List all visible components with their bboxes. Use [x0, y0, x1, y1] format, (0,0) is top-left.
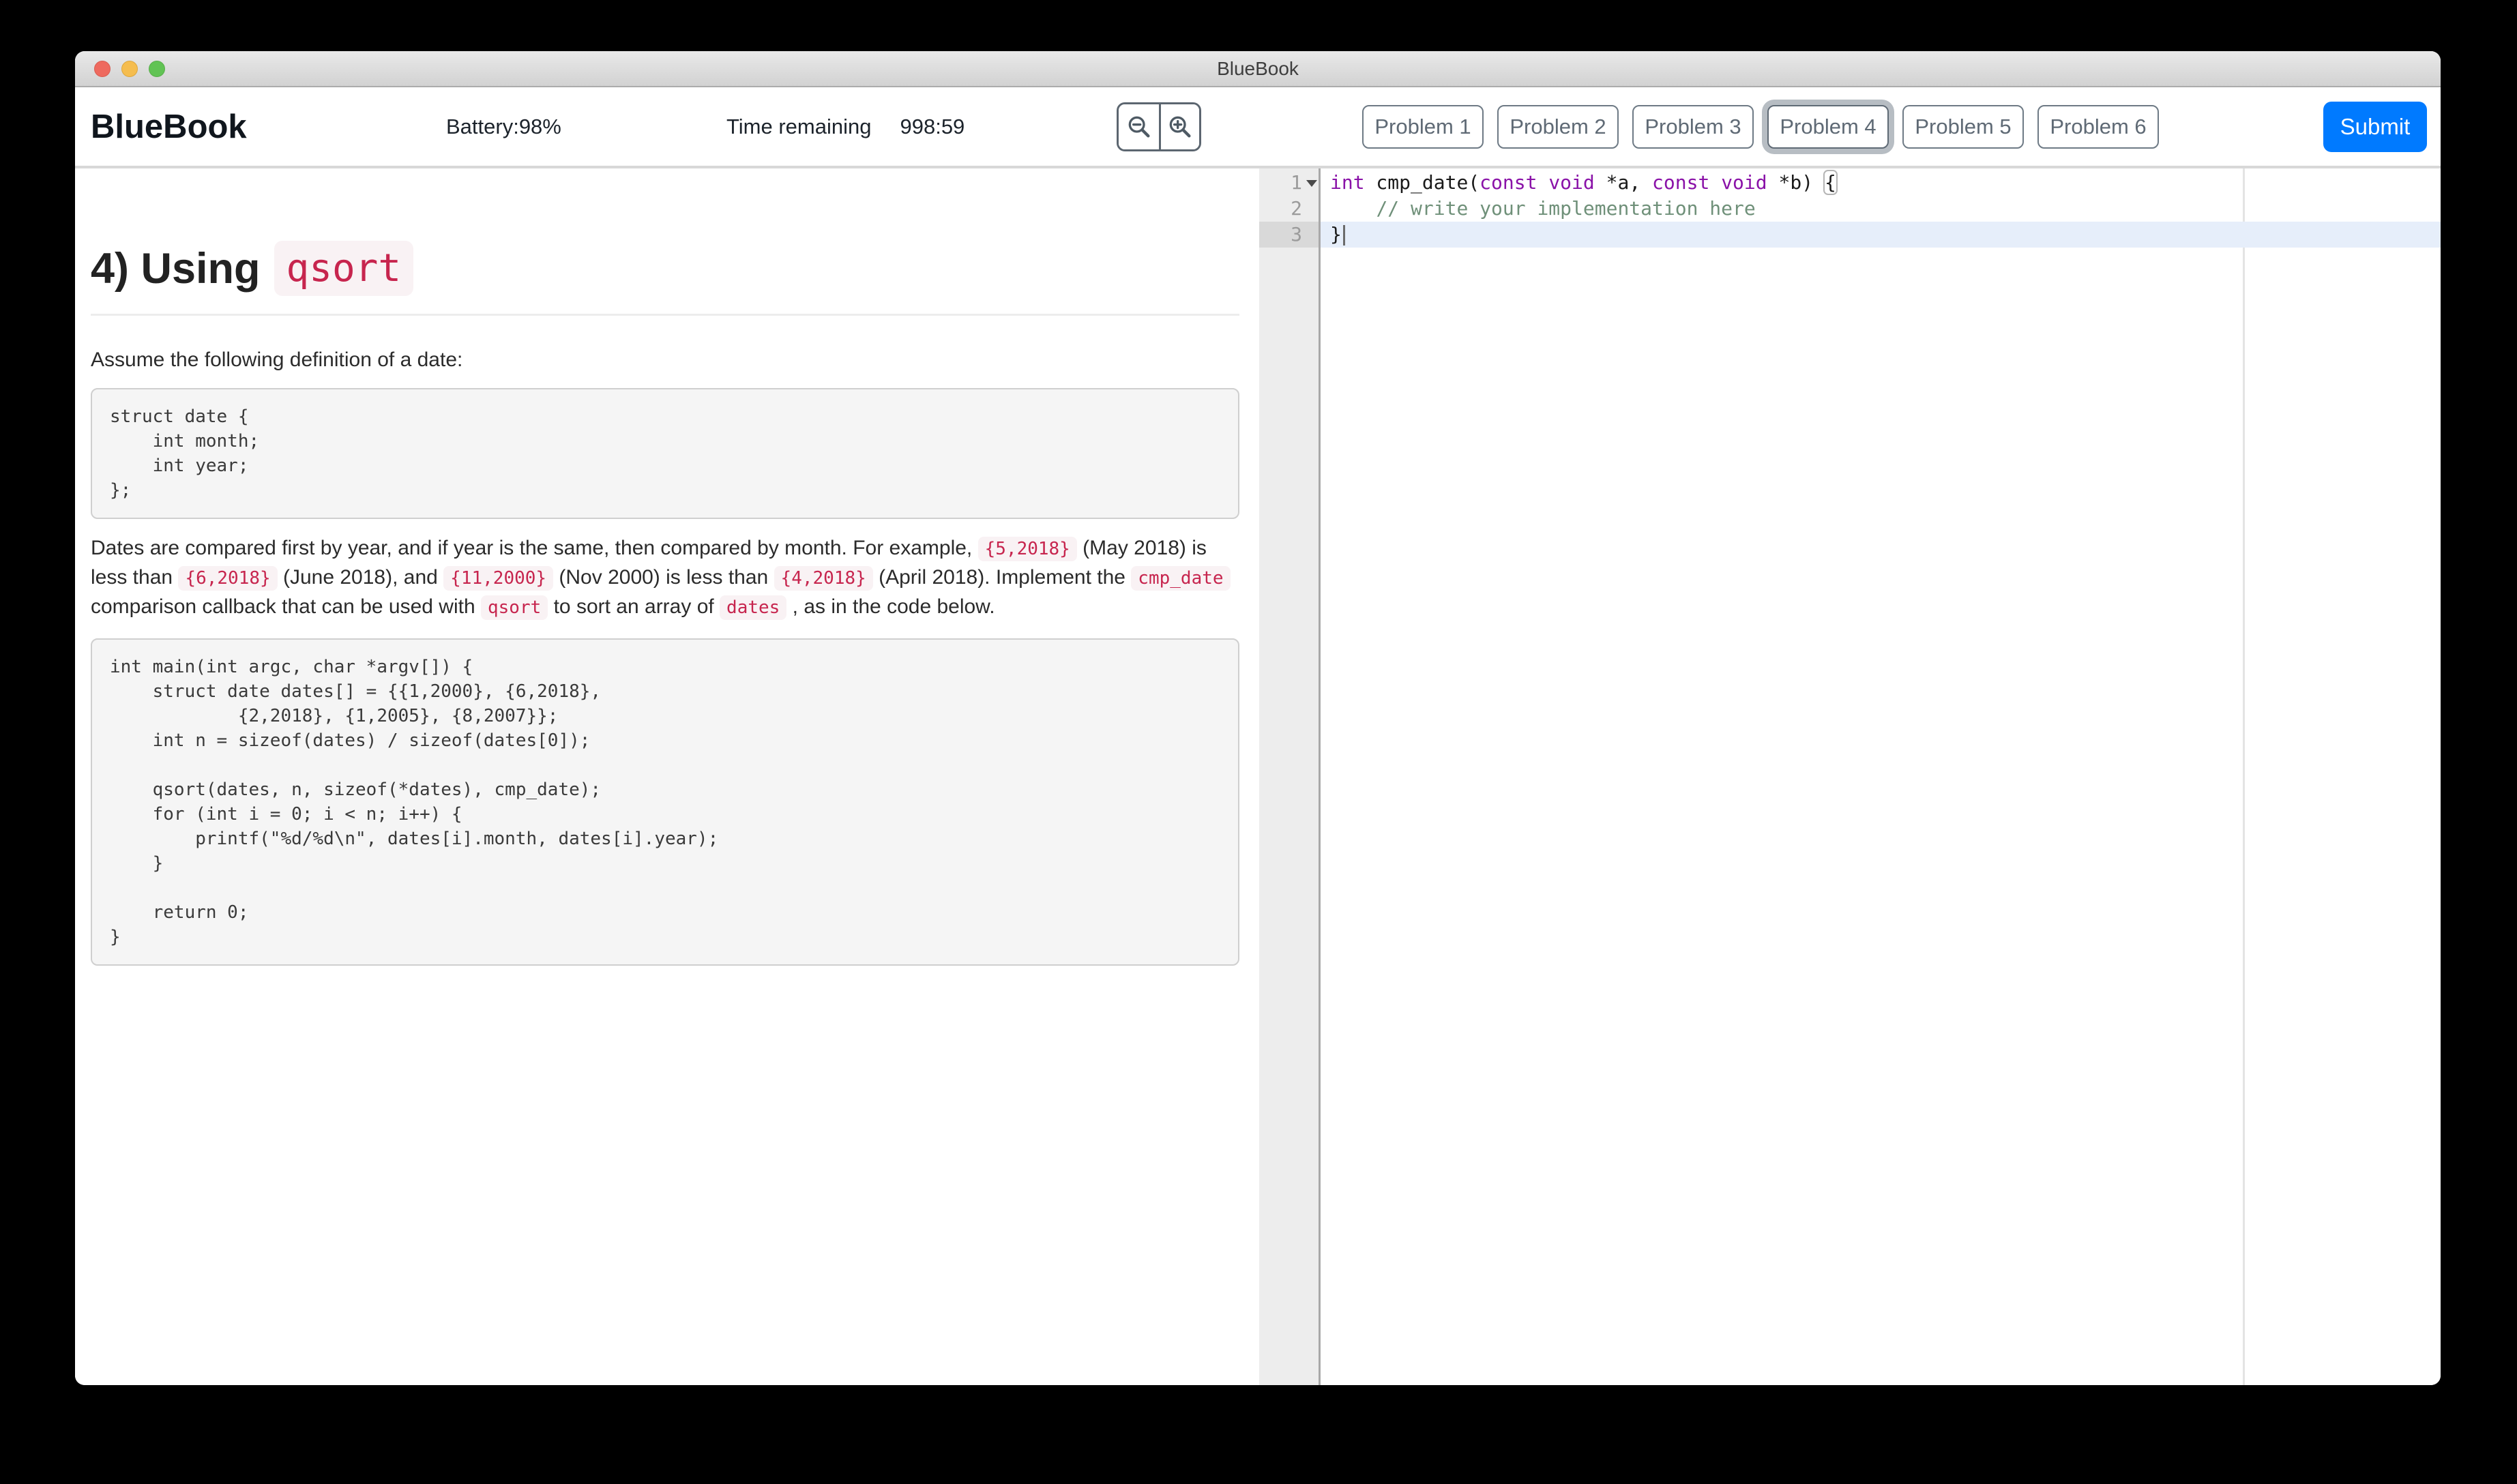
gutter-line-number: 2 [1259, 196, 1319, 222]
token-keyword: int [1330, 171, 1365, 194]
paragraph-text: (June 2018), and [278, 566, 444, 589]
submit-button[interactable]: Submit [2323, 102, 2427, 152]
code-editor: 123 int cmp_date(const void *a, const vo… [1259, 168, 2441, 1385]
token-plain [1537, 171, 1548, 194]
app-logo: BlueBook [91, 108, 247, 146]
editor-gutter: 123 [1259, 168, 1321, 1385]
problem-tabs: Problem 1 Problem 2 Problem 3 Problem 4 Prob… [1362, 105, 2159, 149]
token-keyword: void [1548, 171, 1594, 194]
paragraph-text: to sort an array of [548, 595, 720, 618]
gutter-line-number: 1 [1259, 170, 1319, 196]
problem-tab-6[interactable]: Problem 6 [2037, 105, 2159, 149]
problem-intro: Assume the following definition of a dat… [91, 348, 1239, 372]
token-plain: *b) [1767, 171, 1825, 194]
problem-tab-5[interactable]: Problem 5 [1902, 105, 2024, 149]
time-remaining: Time remaining 998:59 [726, 115, 965, 139]
zoom-out-button[interactable] [1119, 104, 1159, 149]
print-margin-line [2243, 168, 2245, 1385]
problem-pane: 4) Using qsort Assume the following defi… [75, 168, 1259, 1385]
paragraph-text: comparison callback that can be used wit… [91, 595, 481, 618]
problem-title-code: qsort [274, 241, 414, 296]
code-line: int cmp_date(const void *a, const void *… [1321, 170, 2441, 196]
token-keyword: void [1721, 171, 1767, 194]
token-plain: cmp_date( [1365, 171, 1480, 194]
app-header: BlueBook Battery:98% Time remaining 998:… [75, 87, 2441, 168]
paragraph-text: , as in the code below. [786, 595, 995, 618]
time-remaining-label: Time remaining [726, 115, 871, 139]
magnifier-plus-icon [1166, 113, 1194, 140]
paragraph-text: Dates are compared first by year, and if… [91, 537, 978, 559]
window-titlebar[interactable]: BlueBook [75, 51, 2441, 87]
code-block-main: int main(int argc, char *argv[]) { struc… [91, 638, 1239, 966]
problem-pane-inner: 4) Using qsort Assume the following defi… [75, 241, 1259, 966]
text-cursor [1343, 225, 1345, 246]
battery-status: Battery:98% [446, 115, 561, 139]
problem-title: 4) Using qsort [91, 241, 1239, 296]
editor-code-area[interactable]: int cmp_date(const void *a, const void *… [1321, 168, 2441, 1385]
inline-code: cmp_date [1131, 566, 1230, 591]
editor-lines: int cmp_date(const void *a, const void *… [1321, 170, 2441, 248]
main-content: 4) Using qsort Assume the following defi… [75, 168, 2441, 1385]
token-plain [1330, 197, 1376, 220]
text-zoom-controls [1117, 102, 1201, 151]
token-comment: // write your implementation here [1376, 197, 1755, 220]
token-keyword: const [1652, 171, 1709, 194]
token-keyword: const [1480, 171, 1537, 194]
code-block-struct-date: struct date { int month; int year; }; [91, 388, 1239, 519]
title-divider [91, 314, 1239, 316]
token-plain: *a, [1595, 171, 1652, 194]
problem-paragraph: Dates are compared first by year, and if… [91, 534, 1239, 622]
time-remaining-value: 998:59 [900, 115, 965, 139]
problem-tab-4[interactable]: Problem 4 [1767, 105, 1889, 149]
problem-tab-1[interactable]: Problem 1 [1362, 105, 1484, 149]
magnifier-minus-icon [1125, 113, 1153, 140]
problem-tab-3[interactable]: Problem 3 [1632, 105, 1754, 149]
paragraph-text: (Nov 2000) is less than [553, 566, 774, 589]
token-plain [1709, 171, 1721, 194]
token-plain: } [1330, 223, 1342, 246]
inline-code: {11,2000} [443, 566, 553, 591]
app-window: BlueBook BlueBook Battery:98% Time remai… [75, 51, 2441, 1385]
inline-code: {5,2018} [978, 537, 1077, 561]
problem-tab-2[interactable]: Problem 2 [1497, 105, 1619, 149]
zoom-in-button[interactable] [1159, 104, 1199, 149]
inline-code: qsort [481, 595, 548, 620]
code-line: } [1321, 222, 2441, 248]
gutter-line-number: 3 [1259, 222, 1319, 248]
inline-code: dates [720, 595, 786, 620]
paragraph-text: (April 2018). Implement the [873, 566, 1132, 589]
code-line: // write your implementation here [1321, 196, 2441, 222]
fold-arrow-icon[interactable] [1306, 180, 1317, 187]
token-bracket-match: { [1825, 171, 1836, 194]
inline-code: {4,2018} [774, 566, 873, 591]
inline-code: {6,2018} [178, 566, 277, 591]
window-title: BlueBook [75, 51, 2441, 86]
problem-title-text: 4) Using [91, 244, 261, 293]
